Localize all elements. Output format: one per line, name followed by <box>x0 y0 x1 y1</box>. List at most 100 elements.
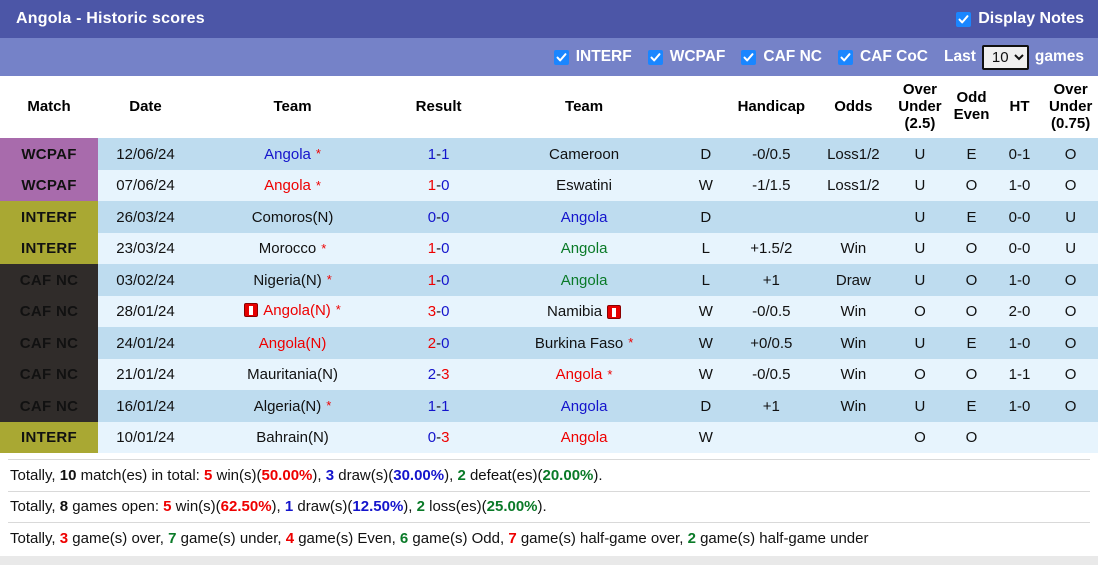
odds-result: Win <box>814 358 893 391</box>
table-row[interactable]: CAF NC 21/01/24 Mauritania(N) 2-3 Angola * W -0… <box>0 358 1098 391</box>
team-name[interactable]: Angola <box>556 366 603 383</box>
col-header-ht[interactable]: HT <box>995 76 1044 139</box>
col-header-over-under-075[interactable]: Over Under (0.75) <box>1043 76 1098 139</box>
team-name[interactable]: Angola <box>561 240 608 257</box>
team-name-wrapper: Angola * <box>555 366 613 384</box>
match-competition-badge[interactable]: WCPAF <box>0 169 99 202</box>
team-name[interactable]: Algeria(N) <box>254 398 322 415</box>
table-row[interactable]: CAF NC 03/02/24 Nigeria(N) * 1-0 Angola L +1 Dra… <box>0 264 1098 296</box>
team-name[interactable]: Comoros(N) <box>252 209 334 226</box>
match-competition-badge[interactable]: WCPAF <box>0 138 99 170</box>
table-row[interactable]: INTERF 10/01/24 Bahrain(N) 0-3 Angola W O O <box>0 421 1098 454</box>
match-competition-badge[interactable]: CAF NC <box>0 295 99 328</box>
team-name-wrapper: Angola(N) * <box>244 302 341 319</box>
table-row[interactable]: CAF NC 24/01/24 Angola(N) 2-0 Burkina Faso * W… <box>0 327 1098 359</box>
summary-footer: Totally, 10 match(es) in total: 5 win(s)… <box>0 453 1098 554</box>
display-notes-toggle[interactable]: Display Notes <box>956 10 1084 28</box>
team-name[interactable]: Angola <box>561 209 608 226</box>
team-name[interactable]: Bahrain(N) <box>256 429 329 446</box>
win-loss-indicator: L <box>683 232 729 265</box>
table-row[interactable]: CAF NC 16/01/24 Algeria(N) * 1-1 Angola D +1 Win… <box>0 390 1098 422</box>
table-row[interactable]: WCPAF 07/06/24 Angola * 1-0 Eswatini W -1/1.5 Lo… <box>0 169 1098 202</box>
odds-result: Win <box>814 327 893 359</box>
col-header-handicap[interactable]: Handicap <box>728 76 815 139</box>
handicap-value: -0/0.5 <box>728 295 815 328</box>
summary-line-total: Totally, 10 match(es) in total: 5 win(s)… <box>8 460 1090 491</box>
team-away-cell: Cameroon <box>485 138 684 170</box>
match-competition-badge[interactable]: INTERF <box>0 421 99 454</box>
match-competition-badge[interactable]: CAF NC <box>0 358 99 391</box>
table-row[interactable]: CAF NC 28/01/24 Angola(N) * 3-0 Namibia W -0/0.… <box>0 295 1098 328</box>
team-name[interactable]: Eswatini <box>556 177 612 194</box>
team-name[interactable]: Morocco <box>259 240 317 257</box>
col-header-team-away[interactable]: Team <box>485 76 684 139</box>
team-home-cell: Nigeria(N) * <box>192 264 393 296</box>
team-name-wrapper: Angola <box>561 398 608 415</box>
table-row[interactable]: INTERF 26/03/24 Comoros(N) 0-0 Angola D U E 0-0 U <box>0 201 1098 233</box>
team-name[interactable]: Angola <box>561 429 608 446</box>
games-count-select[interactable]: 510152030 <box>981 44 1029 70</box>
team-name[interactable]: Mauritania(N) <box>247 366 338 383</box>
match-competition-badge[interactable]: CAF NC <box>0 264 99 296</box>
team-name-wrapper: Angola <box>561 429 608 446</box>
checkbox-checked-icon[interactable] <box>837 49 853 65</box>
half-time-score: 1-0 <box>995 390 1044 422</box>
team-name[interactable]: Angola <box>264 146 311 163</box>
odds-result: Loss1/2 <box>814 138 893 170</box>
summary-overunder-seg-11: 2 <box>687 529 696 547</box>
match-competition-badge[interactable]: INTERF <box>0 232 99 265</box>
win-loss-indicator: D <box>683 390 729 422</box>
col-header-odd-even[interactable]: Odd Even <box>947 76 996 139</box>
last-games-selector: Last 510152030 games <box>944 44 1084 70</box>
team-name[interactable]: Nigeria(N) <box>253 272 321 289</box>
team-name[interactable]: Burkina Faso <box>535 335 623 352</box>
checkbox-checked-icon[interactable] <box>741 49 757 65</box>
col-header-over-under-25[interactable]: Over Under (2.5) <box>892 76 948 139</box>
odds-result <box>814 421 893 454</box>
col-header-match[interactable]: Match <box>0 76 99 139</box>
filter-caf-nc[interactable]: CAF NC <box>741 48 822 66</box>
filter-interf[interactable]: INTERF <box>553 48 632 66</box>
odd-even-value: O <box>947 421 996 454</box>
team-name[interactable]: Namibia <box>547 303 602 320</box>
handicap-value <box>728 421 815 454</box>
team-name[interactable]: Angola(N) <box>263 302 331 319</box>
team-name[interactable]: Angola(N) <box>259 335 327 352</box>
checkbox-checked-icon[interactable] <box>647 49 663 65</box>
col-header-result[interactable]: Result <box>392 76 485 139</box>
oddeven-line1: Odd <box>956 89 987 107</box>
team-name[interactable]: Angola <box>561 272 608 289</box>
col-header-team-home[interactable]: Team <box>192 76 393 139</box>
match-competition-badge[interactable]: CAF NC <box>0 327 99 359</box>
filter-caf-coc[interactable]: CAF CoC <box>837 48 928 66</box>
col-header-odds[interactable]: Odds <box>814 76 893 139</box>
match-competition-badge[interactable]: CAF NC <box>0 390 99 422</box>
summary-overunder-seg-9: 7 <box>508 529 517 547</box>
team-name-wrapper: Comoros(N) <box>252 209 334 226</box>
over-under-075-value: O <box>1043 358 1098 391</box>
filter-interf-label: INTERF <box>575 48 632 65</box>
table-row[interactable]: WCPAF 12/06/24 Angola * 1-1 Cameroon D -0/0.5 Lo… <box>0 138 1098 170</box>
handicap-value: -0/0.5 <box>728 138 815 170</box>
summary-open-seg-1: 8 <box>59 498 69 516</box>
team-name[interactable]: Angola <box>561 398 608 415</box>
team-name[interactable]: Angola <box>264 177 311 194</box>
match-competition-badge[interactable]: INTERF <box>0 201 99 233</box>
summary-open-seg-14: ). <box>537 498 547 516</box>
score-away: 0 <box>441 303 450 321</box>
team-name-wrapper: Angola <box>561 272 608 289</box>
ou25-line3: (2.5) <box>904 114 936 132</box>
team-name[interactable]: Cameroon <box>549 146 619 163</box>
win-loss-indicator: W <box>683 169 729 202</box>
team-away-cell: Angola <box>485 201 684 233</box>
score-home: 3 <box>427 303 437 321</box>
score-home: 1 <box>427 145 437 163</box>
table-row[interactable]: INTERF 23/03/24 Morocco * 1-0 Angola L +1.5/2 Wi… <box>0 232 1098 265</box>
filter-wcpaf[interactable]: WCPAF <box>647 48 725 66</box>
win-loss-indicator: D <box>683 138 729 170</box>
team-home-cell: Comoros(N) <box>192 201 393 233</box>
checkbox-checked-icon[interactable] <box>956 11 972 27</box>
col-header-date[interactable]: Date <box>98 76 193 139</box>
checkbox-checked-icon[interactable] <box>553 49 569 65</box>
match-date: 12/06/24 <box>98 138 193 170</box>
